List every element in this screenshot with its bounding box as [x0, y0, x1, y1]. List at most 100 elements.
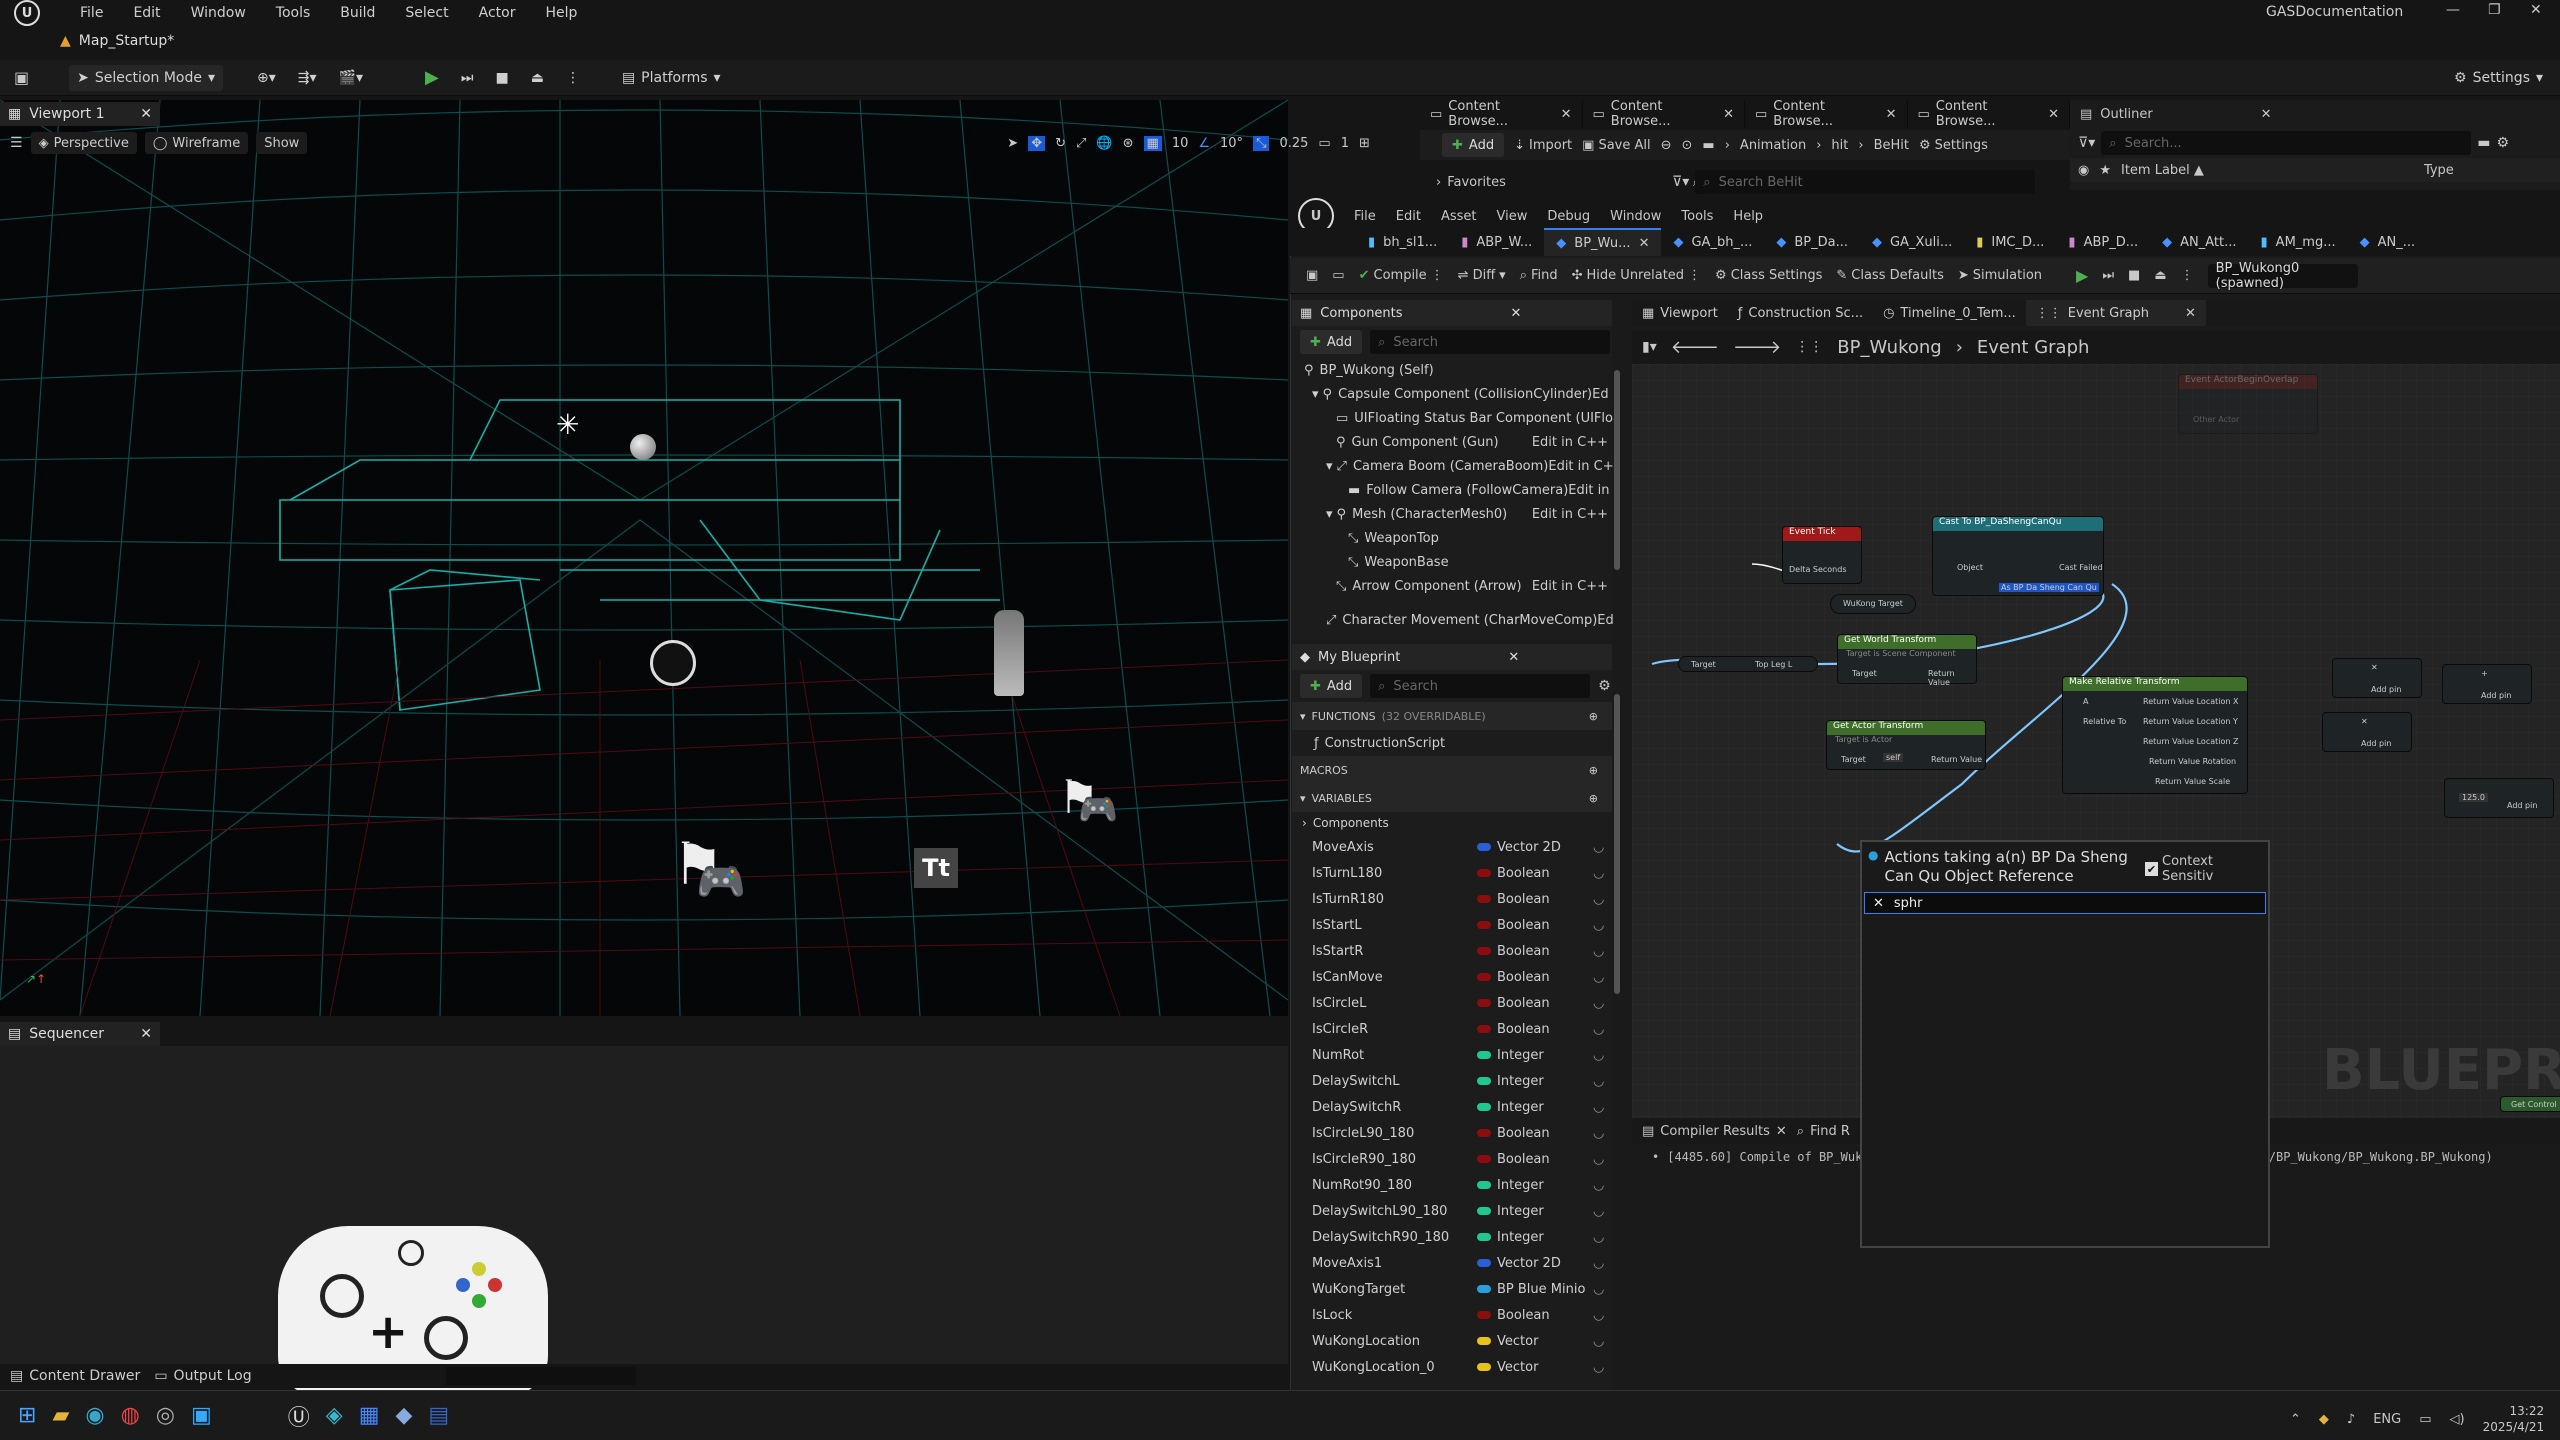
eject-icon[interactable]: ⏏ [2154, 268, 2166, 283]
asset-tab[interactable]: ▮ bh_sl1... [1356, 228, 1449, 256]
bp-menu-file[interactable]: File [1354, 209, 1376, 224]
variable-item[interactable]: DelaySwitchL Integer ◡ [1292, 1068, 1612, 1094]
menu-file[interactable]: File [80, 5, 103, 21]
edit-in-cpp-link[interactable]: Edit in C+ [1548, 459, 1617, 474]
variable-type[interactable]: Integer [1477, 1074, 1587, 1089]
filter-icon[interactable]: ⊽▾ [2078, 135, 2095, 151]
path-behit[interactable]: BeHit [1874, 138, 1909, 153]
visibility-eye-icon[interactable]: ◡ [1593, 1152, 1604, 1167]
class-settings-button[interactable]: ⚙ Class Settings [1715, 268, 1822, 283]
file-explorer-icon[interactable]: ▰ [52, 1403, 69, 1428]
value-node[interactable]: 125.0 Add pin [2444, 778, 2554, 818]
variable-item[interactable]: WuKongLocation Vector ◡ [1292, 1328, 1612, 1354]
variable-item[interactable]: IsStartL Boolean ◡ [1292, 912, 1612, 938]
asset-tab-active[interactable]: ◆ BP_Wu... ✕ [1544, 228, 1662, 256]
content-browser-tab-1[interactable]: ▭ Content Browse... ✕ [1420, 99, 1583, 129]
variable-item[interactable]: NumRot90_180 Integer ◡ [1292, 1172, 1612, 1198]
volume-icon[interactable]: ◁) [2450, 1412, 2465, 1427]
variable-type[interactable]: Boolean [1477, 1126, 1587, 1141]
add-folder-icon[interactable]: ▬ [2477, 135, 2490, 151]
player-start-icon[interactable] [650, 640, 696, 686]
debug-object-select[interactable]: BP_Wukong0 (spawned) [2207, 261, 2358, 291]
scale-icon[interactable]: ⤢ [1076, 136, 1086, 151]
value-field[interactable]: 125.0 [2459, 793, 2488, 802]
wukong-target-node[interactable]: WuKong Target [1830, 594, 1916, 614]
app-icon[interactable]: ◆ [396, 1403, 413, 1428]
asset-tab[interactable]: ◆ AN_Att... [2150, 228, 2248, 256]
variable-item[interactable]: IsCircleL90_180 Boolean ◡ [1292, 1120, 1612, 1146]
add-variable-icon[interactable]: ⊕ [1589, 792, 1598, 805]
surface-snap-icon[interactable]: ⊛ [1123, 136, 1134, 151]
variable-item[interactable]: WuKongTarget BP Blue Minio ◡ [1292, 1276, 1612, 1302]
content-search-input[interactable]: ⌕ Search BeHit [1695, 170, 2036, 194]
hamburger-icon[interactable]: ☰ [10, 135, 23, 151]
back-arrow-icon[interactable]: 🡐 [1671, 337, 1719, 358]
variable-item[interactable]: IsStartR Boolean ◡ [1292, 938, 1612, 964]
tab-timeline[interactable]: ◷ Timeline_0_Tem... [1873, 300, 2026, 326]
variable-item[interactable]: MoveAxis Vector 2D ◡ [1292, 834, 1612, 860]
sky-sphere-icon[interactable] [630, 434, 656, 460]
visibility-eye-icon[interactable]: ◡ [1593, 1126, 1604, 1141]
variable-type[interactable]: Vector [1477, 1360, 1587, 1375]
variable-type[interactable]: Boolean [1477, 892, 1587, 907]
visibility-eye-icon[interactable]: ◡ [1593, 1048, 1604, 1063]
more-icon[interactable]: ⋮ [1431, 268, 1444, 283]
variable-type[interactable]: Integer [1477, 1048, 1587, 1063]
stop-icon[interactable]: ■ [487, 65, 516, 91]
variables-scrollbar[interactable] [1614, 694, 1620, 994]
visibility-eye-icon[interactable]: ◡ [1593, 1230, 1604, 1245]
variable-type[interactable]: Boolean [1477, 970, 1587, 985]
app-icon[interactable]: ▤ [428, 1403, 449, 1428]
bp-menu-debug[interactable]: Debug [1547, 209, 1590, 224]
bp-menu-window[interactable]: Window [1610, 209, 1661, 224]
visibility-eye-icon[interactable]: ◡ [1593, 1308, 1604, 1323]
cast-node[interactable]: Cast To BP_DaShengCanQu Object Cast Fail… [1932, 516, 2104, 596]
viewport-tab[interactable]: ▦ Viewport 1 ✕ [0, 102, 160, 126]
edge-icon[interactable]: ◉ [85, 1403, 104, 1428]
console-input[interactable] [445, 1367, 636, 1385]
components-search-input[interactable]: ⌕ Search [1370, 330, 1611, 354]
variable-item[interactable]: WuKongLocation_0 Vector ◡ [1292, 1354, 1612, 1380]
get-control-node[interactable]: Get Control [2500, 1096, 2560, 1112]
variable-item[interactable]: DelaySwitchR90_180 Integer ◡ [1292, 1224, 1612, 1250]
hide-unrelated-button[interactable]: ✣ Hide Unrelated ⋮ [1572, 268, 1701, 283]
close-icon[interactable]: ✕ [1508, 650, 1519, 665]
asset-tab[interactable]: ▮ IMC_D... [1964, 228, 2056, 256]
app-icon[interactable]: ◈ [326, 1403, 343, 1428]
variables-section[interactable]: ▾ VARIABLES ⊕ [1292, 784, 1612, 812]
tray-chevron-icon[interactable]: ⌃ [2290, 1412, 2301, 1427]
language-indicator[interactable]: ENG [2373, 1412, 2401, 1427]
sequencer-tab[interactable]: ▤ Sequencer ✕ [0, 1022, 160, 1046]
find-results-tab[interactable]: ⌕ Find R [1797, 1124, 1850, 1139]
component-item[interactable]: ▾ ⚲ Mesh (CharacterMesh0) Edit in C++ [1292, 502, 1612, 526]
visibility-eye-icon[interactable]: ◡ [1593, 918, 1604, 933]
column-item-label[interactable]: Item Label ▲ [2121, 163, 2204, 178]
tab-construction-script[interactable]: ƒ Construction Sc... [1728, 300, 1873, 326]
app-icon[interactable]: ◎ [156, 1403, 175, 1428]
menu-help[interactable]: Help [545, 5, 577, 21]
component-item[interactable]: ▾ ⚲ Capsule Component (CollisionCylinder) E… [1292, 382, 1612, 406]
close-icon[interactable]: ✕ [1561, 107, 1572, 122]
find-button[interactable]: ⌕ Find [1520, 268, 1558, 283]
component-item[interactable]: ⤡ WeaponTop [1292, 526, 1612, 550]
forward-arrow-icon[interactable]: 🡒 [1733, 337, 1781, 358]
cinematics-icon[interactable]: 🎬▾ [331, 65, 371, 91]
asset-tab[interactable]: ◆ GA_Xuli... [1860, 228, 1964, 256]
network-icon[interactable]: ▭ [2419, 1412, 2431, 1427]
breadcrumb-blueprint[interactable]: BP_Wukong [1837, 337, 1941, 358]
visibility-eye-icon[interactable]: ◡ [1593, 1074, 1604, 1089]
asset-tab[interactable]: ▮ ABP_D... [2056, 228, 2150, 256]
select-icon[interactable]: ➤ [1007, 136, 1018, 151]
history-icon[interactable]: ⊙ [1682, 138, 1693, 153]
component-item[interactable]: ⚲ BP_Wukong (Self) [1292, 358, 1612, 382]
grid-snap-icon[interactable]: ▦ [1143, 135, 1162, 151]
variable-item[interactable]: IsCanMove Boolean ◡ [1292, 964, 1612, 990]
close-icon[interactable]: ✕ [2048, 107, 2059, 122]
visibility-eye-icon[interactable]: ◡ [1593, 1204, 1604, 1219]
add-button[interactable]: ✚ Add [1442, 133, 1505, 157]
add-component-button[interactable]: ✚ Add [1300, 330, 1363, 354]
path-hit[interactable]: hit [1831, 138, 1848, 153]
scale-snap-icon[interactable]: ⤡ [1253, 135, 1270, 151]
faded-node[interactable]: Event ActorBeginOverlap Other Actor [2178, 374, 2318, 434]
compiler-results-tab[interactable]: ▤ Compiler Results ✕ [1642, 1124, 1787, 1139]
